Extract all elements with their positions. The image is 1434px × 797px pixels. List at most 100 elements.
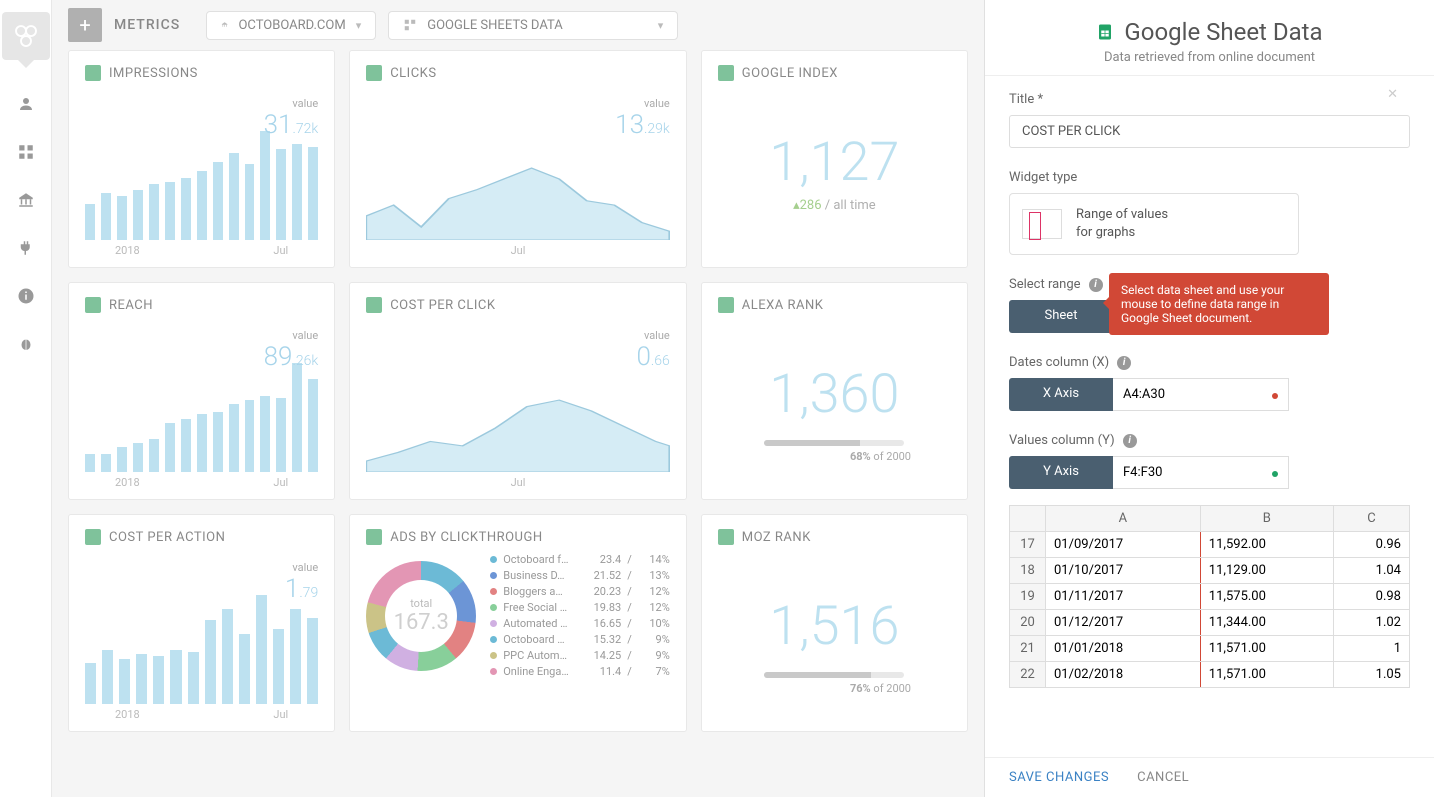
nav-bank-icon[interactable]: [14, 188, 38, 212]
table-row[interactable]: 1801/10/201711,129.001.04: [1010, 558, 1410, 584]
info-icon[interactable]: i: [1117, 356, 1131, 370]
legend-item: Octoboard f…23.4 / 14%: [490, 553, 670, 566]
area-chart: [366, 363, 670, 472]
select-range-row: Select range i Select data sheet and use…: [1009, 277, 1410, 292]
card-title: MOZ RANK: [742, 530, 811, 545]
bank-small-icon: [221, 18, 228, 32]
big-number: 1,516: [718, 595, 951, 658]
yaxis-input-group: Y Axis F4:F30: [1009, 456, 1410, 489]
table-row[interactable]: 1701/09/201711,592.000.96: [1010, 532, 1410, 558]
progress-label: 68% of 2000: [718, 450, 951, 463]
delta-line: ▴286 / all time: [718, 198, 951, 213]
progress-bar: [764, 440, 904, 446]
card-title: ALEXA RANK: [742, 298, 824, 313]
card-cost-per-click[interactable]: COST PER CLICK value 0.66 Jul: [349, 282, 687, 500]
range-icon: [1022, 209, 1062, 239]
value-badge: value 1.79: [285, 561, 318, 604]
big-number: 1,360: [718, 363, 951, 426]
nav-bug-icon[interactable]: [14, 332, 38, 356]
dates-column-row: Dates column (X) i: [1009, 355, 1410, 370]
widget-type-selector[interactable]: Range of valuesfor graphs: [1009, 193, 1299, 255]
sheet-icon: [366, 529, 382, 545]
app-logo: [2, 12, 50, 60]
col-header[interactable]: C: [1333, 506, 1409, 532]
nav-info-icon[interactable]: [14, 284, 38, 308]
big-number: 1,127: [718, 131, 951, 194]
dates-label: Dates column (X): [1009, 355, 1109, 370]
values-label: Values column (Y): [1009, 433, 1115, 448]
legend-item: Octoboard …15.32 / 9%: [490, 633, 670, 646]
area-chart: [366, 131, 670, 240]
donut-row: total167.3 Octoboard f…23.4 / 14%Busines…: [366, 553, 670, 678]
sheet-icon: [718, 65, 734, 81]
chevron-down-icon: ▾: [658, 19, 664, 32]
card-cost-per-action[interactable]: COST PER ACTION value 1.79 2018Jul: [68, 514, 335, 732]
donut-chart: total167.3: [366, 561, 476, 671]
sheet-icon: [366, 297, 382, 313]
grid-small-icon: [403, 18, 417, 32]
account-dropdown-label: OCTOBOARD.COM: [238, 18, 345, 33]
google-sheets-icon: [1096, 23, 1114, 41]
card-title: COST PER ACTION: [109, 530, 225, 545]
xaxis-label: X Axis: [1009, 378, 1113, 411]
card-moz-rank[interactable]: MOZ RANK 1,516 76% of 2000: [701, 514, 968, 732]
legend-item: Bloggers a…20.23 / 12%: [490, 585, 670, 598]
card-clicks[interactable]: CLICKS value 13.29k Jul: [349, 50, 687, 268]
nav-dashboard-icon[interactable]: [14, 140, 38, 164]
bar-chart: [85, 545, 318, 704]
chart-axis: 2018Jul: [85, 472, 318, 489]
account-dropdown[interactable]: OCTOBOARD.COM ▾: [206, 11, 376, 40]
table-row[interactable]: 2201/02/201811,571.001.05: [1010, 662, 1410, 688]
card-alexa-rank[interactable]: ALEXA RANK 1,360 68% of 2000: [701, 282, 968, 500]
card-title: GOOGLE INDEX: [742, 66, 838, 81]
card-google-index[interactable]: GOOGLE INDEX 1,127 ▴286 / all time: [701, 50, 968, 268]
title-input[interactable]: [1009, 115, 1410, 148]
title-field-label: Title *: [1009, 92, 1410, 107]
card-title: CLICKS: [390, 66, 436, 81]
value-badge: value 89.26k: [264, 329, 319, 372]
xaxis-input[interactable]: A4:A30: [1113, 378, 1289, 411]
tooltip: Select data sheet and use your mouse to …: [1109, 273, 1329, 335]
sheet-icon: [85, 297, 101, 313]
nav-plug-icon[interactable]: [14, 236, 38, 260]
progress-bar: [764, 672, 904, 678]
value-badge: value 31.72k: [264, 97, 319, 140]
cancel-button[interactable]: CANCEL: [1137, 770, 1189, 785]
col-header[interactable]: A: [1046, 506, 1201, 532]
topbar: + METRICS OCTOBOARD.COM ▾ GOOGLE SHEETS …: [52, 0, 984, 50]
legend-item: Free Social …19.83 / 12%: [490, 601, 670, 614]
table-row[interactable]: 1901/11/201711,575.000.98: [1010, 584, 1410, 610]
sheet-preview-table[interactable]: ABC 1701/09/201711,592.000.961801/10/201…: [1009, 505, 1410, 688]
info-icon[interactable]: i: [1123, 434, 1137, 448]
card-title: COST PER CLICK: [390, 298, 495, 313]
panel-footer: SAVE CHANGES CANCEL: [985, 757, 1434, 797]
sheet-icon: [366, 65, 382, 81]
col-header[interactable]: B: [1200, 506, 1333, 532]
legend-item: Online Enga…11.4 / 7%: [490, 665, 670, 678]
sheet-icon: [85, 529, 101, 545]
table-row[interactable]: 2001/12/201711,344.001.02: [1010, 610, 1410, 636]
table-row[interactable]: 2101/01/201811,571.001: [1010, 636, 1410, 662]
card-reach[interactable]: REACH value 89.26k 2018Jul: [68, 282, 335, 500]
card-title: IMPRESSIONS: [109, 66, 198, 81]
source-dropdown[interactable]: GOOGLE SHEETS DATA ▾: [388, 11, 678, 40]
widget-type-text: Range of valuesfor graphs: [1076, 206, 1168, 242]
legend: Octoboard f…23.4 / 14%Business D…21.52 /…: [490, 553, 670, 678]
yaxis-input[interactable]: F4:F30: [1113, 456, 1289, 489]
sheet-icon: [718, 297, 734, 313]
save-button[interactable]: SAVE CHANGES: [1009, 770, 1109, 785]
card-ads-clickthrough[interactable]: ADS BY CLICKTHROUGH total167.3 Octoboard…: [349, 514, 687, 732]
xaxis-input-group: X Axis A4:A30: [1009, 378, 1410, 411]
panel-title: Google Sheet Data: [1124, 18, 1322, 46]
add-metric-button[interactable]: +: [68, 8, 102, 42]
sheet-icon: [85, 65, 101, 81]
metrics-label: METRICS: [114, 17, 180, 33]
nav-account-icon[interactable]: [14, 92, 38, 116]
chart-axis: 2018Jul: [85, 704, 318, 721]
info-icon[interactable]: i: [1089, 278, 1103, 292]
sheet-label: Sheet: [1009, 300, 1113, 333]
source-dropdown-label: GOOGLE SHEETS DATA: [427, 18, 563, 33]
card-impressions[interactable]: IMPRESSIONS value 31.72k 2018Jul: [68, 50, 335, 268]
chevron-down-icon: ▾: [356, 19, 362, 32]
clear-input-icon[interactable]: ✕: [1387, 87, 1398, 102]
